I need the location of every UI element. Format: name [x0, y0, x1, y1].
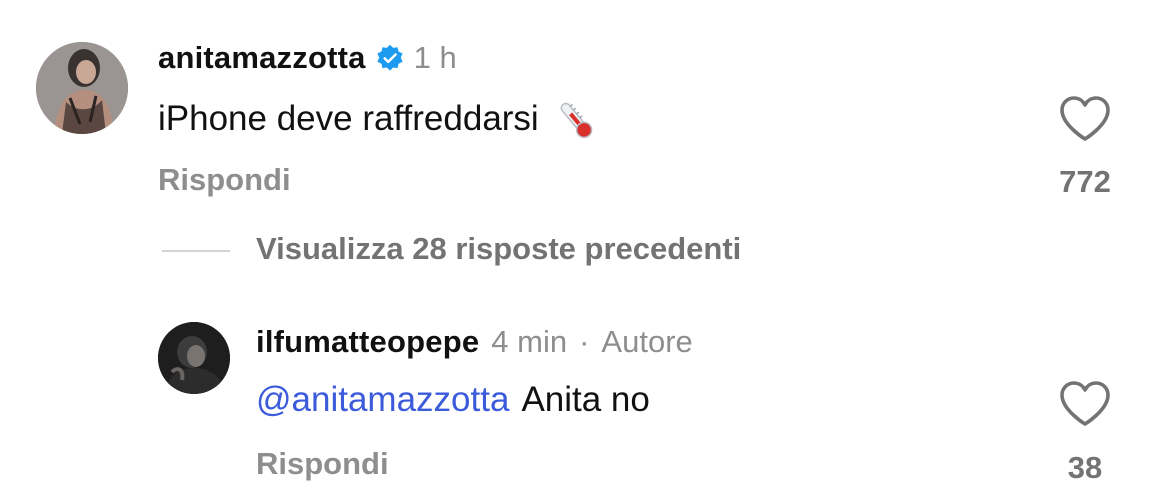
like-count: 772 [1059, 164, 1111, 199]
reply-like-count: 38 [1067, 450, 1103, 485]
replies-divider [162, 250, 230, 252]
meta-separator: · [579, 324, 590, 359]
reply-timestamp: 4 min [491, 324, 568, 359]
author-label: Autore [601, 324, 693, 359]
reply-button[interactable]: Rispondi [158, 162, 291, 198]
avatar[interactable] [36, 42, 128, 134]
comment-timestamp: 1 h [413, 40, 457, 75]
like-heart-icon[interactable] [1058, 95, 1112, 143]
reply-avatar-photo [158, 322, 230, 394]
avatar-photo [36, 42, 128, 134]
reply-text: Anita no [521, 380, 650, 419]
verified-badge-icon [376, 44, 404, 72]
mention-link[interactable]: @anitamazzotta [256, 380, 509, 420]
thermometer-icon [553, 98, 599, 144]
comment-username[interactable]: anitamazzotta [158, 40, 366, 76]
reply-avatar[interactable] [158, 322, 230, 394]
reply-reply-button[interactable]: Rispondi [256, 446, 389, 482]
comment-text: iPhone deve raffreddarsi [158, 99, 539, 138]
reply-like-heart-icon[interactable] [1058, 380, 1112, 428]
reply-username[interactable]: ilfumatteopepe [256, 324, 479, 360]
view-previous-replies-button[interactable]: Visualizza 28 risposte precedenti [256, 231, 741, 267]
